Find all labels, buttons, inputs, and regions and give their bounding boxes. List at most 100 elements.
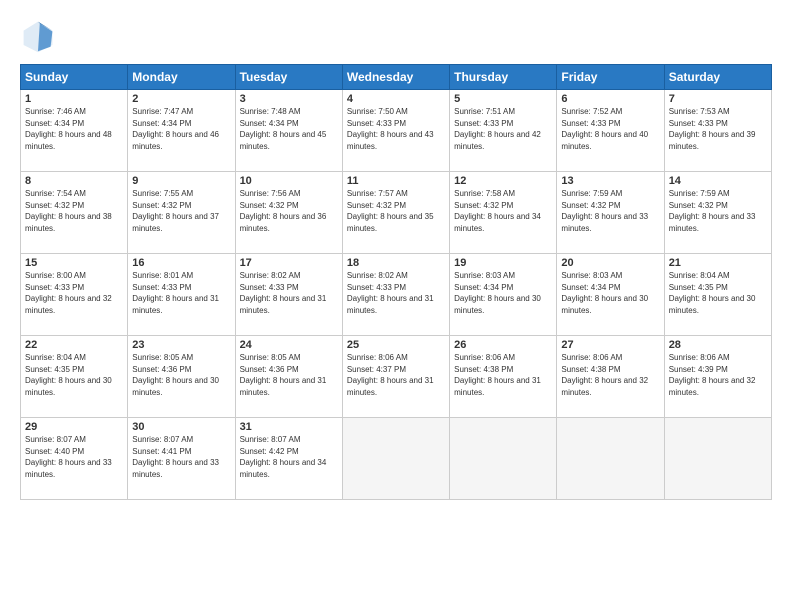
- day-number: 16: [132, 257, 230, 269]
- day-info: Sunrise: 8:06 AMSunset: 4:38 PMDaylight:…: [561, 353, 648, 397]
- calendar-cell: 26 Sunrise: 8:06 AMSunset: 4:38 PMDayligh…: [450, 336, 557, 418]
- calendar-cell: 3Sunrise: 7:48 AMSunset: 4:34 PMDaylight…: [235, 90, 342, 172]
- calendar-cell: 12 Sunrise: 7:58 AMSunset: 4:32 PMDayligh…: [450, 172, 557, 254]
- calendar-week-2: 8Sunrise: 7:54 AMSunset: 4:32 PMDaylight…: [21, 172, 772, 254]
- day-number: 27: [561, 339, 659, 351]
- calendar-cell: 20 Sunrise: 8:03 AMSunset: 4:34 PMDayligh…: [557, 254, 664, 336]
- day-info: Sunrise: 8:02 AMSunset: 4:33 PMDaylight:…: [347, 271, 434, 315]
- calendar-header-saturday: Saturday: [664, 65, 771, 90]
- logo-icon: [20, 18, 56, 54]
- calendar-header-row: SundayMondayTuesdayWednesdayThursdayFrid…: [21, 65, 772, 90]
- day-info: Sunrise: 7:47 AMSunset: 4:34 PMDaylight:…: [132, 107, 219, 151]
- day-info: Sunrise: 7:53 AMSunset: 4:33 PMDaylight:…: [669, 107, 756, 151]
- day-number: 31: [240, 421, 338, 433]
- calendar-header-thursday: Thursday: [450, 65, 557, 90]
- calendar-cell: 11 Sunrise: 7:57 AMSunset: 4:32 PMDayligh…: [342, 172, 449, 254]
- day-number: 17: [240, 257, 338, 269]
- calendar-cell: 18 Sunrise: 8:02 AMSunset: 4:33 PMDayligh…: [342, 254, 449, 336]
- day-number: 8: [25, 175, 123, 187]
- calendar-cell: 17Sunrise: 8:02 AMSunset: 4:33 PMDayligh…: [235, 254, 342, 336]
- calendar-cell: 28 Sunrise: 8:06 AMSunset: 4:39 PMDayligh…: [664, 336, 771, 418]
- calendar-table: SundayMondayTuesdayWednesdayThursdayFrid…: [20, 64, 772, 500]
- calendar-cell: 29 Sunrise: 8:07 AMSunset: 4:40 PMDayligh…: [21, 418, 128, 500]
- calendar-week-1: 1 Sunrise: 7:46 AMSunset: 4:34 PMDaylight…: [21, 90, 772, 172]
- calendar-cell: 22 Sunrise: 8:04 AMSunset: 4:35 PMDayligh…: [21, 336, 128, 418]
- day-number: 24: [240, 339, 338, 351]
- day-number: 25: [347, 339, 445, 351]
- calendar-cell: 25 Sunrise: 8:06 AMSunset: 4:37 PMDayligh…: [342, 336, 449, 418]
- calendar-cell: 30 Sunrise: 8:07 AMSunset: 4:41 PMDayligh…: [128, 418, 235, 500]
- calendar-cell: 16 Sunrise: 8:01 AMSunset: 4:33 PMDayligh…: [128, 254, 235, 336]
- day-info: Sunrise: 8:03 AMSunset: 4:34 PMDaylight:…: [454, 271, 541, 315]
- calendar-cell: 14 Sunrise: 7:59 AMSunset: 4:32 PMDayligh…: [664, 172, 771, 254]
- day-number: 2: [132, 93, 230, 105]
- day-number: 10: [240, 175, 338, 187]
- day-info: Sunrise: 7:58 AMSunset: 4:32 PMDaylight:…: [454, 189, 541, 233]
- calendar-cell: 4Sunrise: 7:50 AMSunset: 4:33 PMDaylight…: [342, 90, 449, 172]
- day-info: Sunrise: 8:05 AMSunset: 4:36 PMDaylight:…: [132, 353, 219, 397]
- calendar-cell: 31 Sunrise: 8:07 AMSunset: 4:42 PMDayligh…: [235, 418, 342, 500]
- calendar-cell: 15 Sunrise: 8:00 AMSunset: 4:33 PMDayligh…: [21, 254, 128, 336]
- day-number: 28: [669, 339, 767, 351]
- calendar-cell: 1 Sunrise: 7:46 AMSunset: 4:34 PMDaylight…: [21, 90, 128, 172]
- day-number: 20: [561, 257, 659, 269]
- day-info: Sunrise: 7:48 AMSunset: 4:34 PMDaylight:…: [240, 107, 327, 151]
- day-number: 13: [561, 175, 659, 187]
- calendar-cell: 7Sunrise: 7:53 AMSunset: 4:33 PMDaylight…: [664, 90, 771, 172]
- day-info: Sunrise: 8:04 AMSunset: 4:35 PMDaylight:…: [669, 271, 756, 315]
- day-number: 14: [669, 175, 767, 187]
- calendar-cell: 21 Sunrise: 8:04 AMSunset: 4:35 PMDayligh…: [664, 254, 771, 336]
- day-info: Sunrise: 8:07 AMSunset: 4:42 PMDaylight:…: [240, 435, 327, 479]
- calendar-cell: 5 Sunrise: 7:51 AMSunset: 4:33 PMDaylight…: [450, 90, 557, 172]
- calendar-week-5: 29 Sunrise: 8:07 AMSunset: 4:40 PMDayligh…: [21, 418, 772, 500]
- day-number: 5: [454, 93, 552, 105]
- day-info: Sunrise: 8:07 AMSunset: 4:41 PMDaylight:…: [132, 435, 219, 479]
- calendar-cell: 8Sunrise: 7:54 AMSunset: 4:32 PMDaylight…: [21, 172, 128, 254]
- day-number: 23: [132, 339, 230, 351]
- day-info: Sunrise: 7:51 AMSunset: 4:33 PMDaylight:…: [454, 107, 541, 151]
- day-number: 30: [132, 421, 230, 433]
- day-info: Sunrise: 8:07 AMSunset: 4:40 PMDaylight:…: [25, 435, 112, 479]
- calendar-header-friday: Friday: [557, 65, 664, 90]
- day-number: 26: [454, 339, 552, 351]
- calendar-cell: 6Sunrise: 7:52 AMSunset: 4:33 PMDaylight…: [557, 90, 664, 172]
- day-info: Sunrise: 8:00 AMSunset: 4:33 PMDaylight:…: [25, 271, 112, 315]
- day-number: 11: [347, 175, 445, 187]
- calendar-cell: 13Sunrise: 7:59 AMSunset: 4:32 PMDayligh…: [557, 172, 664, 254]
- day-number: 22: [25, 339, 123, 351]
- day-info: Sunrise: 8:04 AMSunset: 4:35 PMDaylight:…: [25, 353, 112, 397]
- day-info: Sunrise: 8:01 AMSunset: 4:33 PMDaylight:…: [132, 271, 219, 315]
- calendar-header-sunday: Sunday: [21, 65, 128, 90]
- logo: [20, 18, 60, 54]
- day-info: Sunrise: 8:06 AMSunset: 4:37 PMDaylight:…: [347, 353, 434, 397]
- day-number: 1: [25, 93, 123, 105]
- calendar-header-tuesday: Tuesday: [235, 65, 342, 90]
- day-number: 6: [561, 93, 659, 105]
- day-number: 4: [347, 93, 445, 105]
- day-number: 18: [347, 257, 445, 269]
- calendar-cell: 2 Sunrise: 7:47 AMSunset: 4:34 PMDaylight…: [128, 90, 235, 172]
- day-number: 12: [454, 175, 552, 187]
- page: SundayMondayTuesdayWednesdayThursdayFrid…: [0, 0, 792, 612]
- calendar-week-4: 22 Sunrise: 8:04 AMSunset: 4:35 PMDayligh…: [21, 336, 772, 418]
- day-number: 29: [25, 421, 123, 433]
- calendar-week-3: 15 Sunrise: 8:00 AMSunset: 4:33 PMDayligh…: [21, 254, 772, 336]
- day-number: 15: [25, 257, 123, 269]
- day-info: Sunrise: 8:06 AMSunset: 4:39 PMDaylight:…: [669, 353, 756, 397]
- day-info: Sunrise: 7:59 AMSunset: 4:32 PMDaylight:…: [669, 189, 756, 233]
- day-info: Sunrise: 7:46 AMSunset: 4:34 PMDaylight:…: [25, 107, 112, 151]
- day-info: Sunrise: 8:03 AMSunset: 4:34 PMDaylight:…: [561, 271, 648, 315]
- day-number: 21: [669, 257, 767, 269]
- day-info: Sunrise: 8:06 AMSunset: 4:38 PMDaylight:…: [454, 353, 541, 397]
- calendar-header-monday: Monday: [128, 65, 235, 90]
- calendar-cell: 24 Sunrise: 8:05 AMSunset: 4:36 PMDayligh…: [235, 336, 342, 418]
- day-info: Sunrise: 8:05 AMSunset: 4:36 PMDaylight:…: [240, 353, 327, 397]
- calendar-cell: [342, 418, 449, 500]
- day-number: 19: [454, 257, 552, 269]
- calendar-cell: 27 Sunrise: 8:06 AMSunset: 4:38 PMDayligh…: [557, 336, 664, 418]
- day-number: 9: [132, 175, 230, 187]
- calendar-cell: 9 Sunrise: 7:55 AMSunset: 4:32 PMDaylight…: [128, 172, 235, 254]
- calendar-cell: 23 Sunrise: 8:05 AMSunset: 4:36 PMDayligh…: [128, 336, 235, 418]
- day-info: Sunrise: 7:57 AMSunset: 4:32 PMDaylight:…: [347, 189, 434, 233]
- day-info: Sunrise: 7:55 AMSunset: 4:32 PMDaylight:…: [132, 189, 219, 233]
